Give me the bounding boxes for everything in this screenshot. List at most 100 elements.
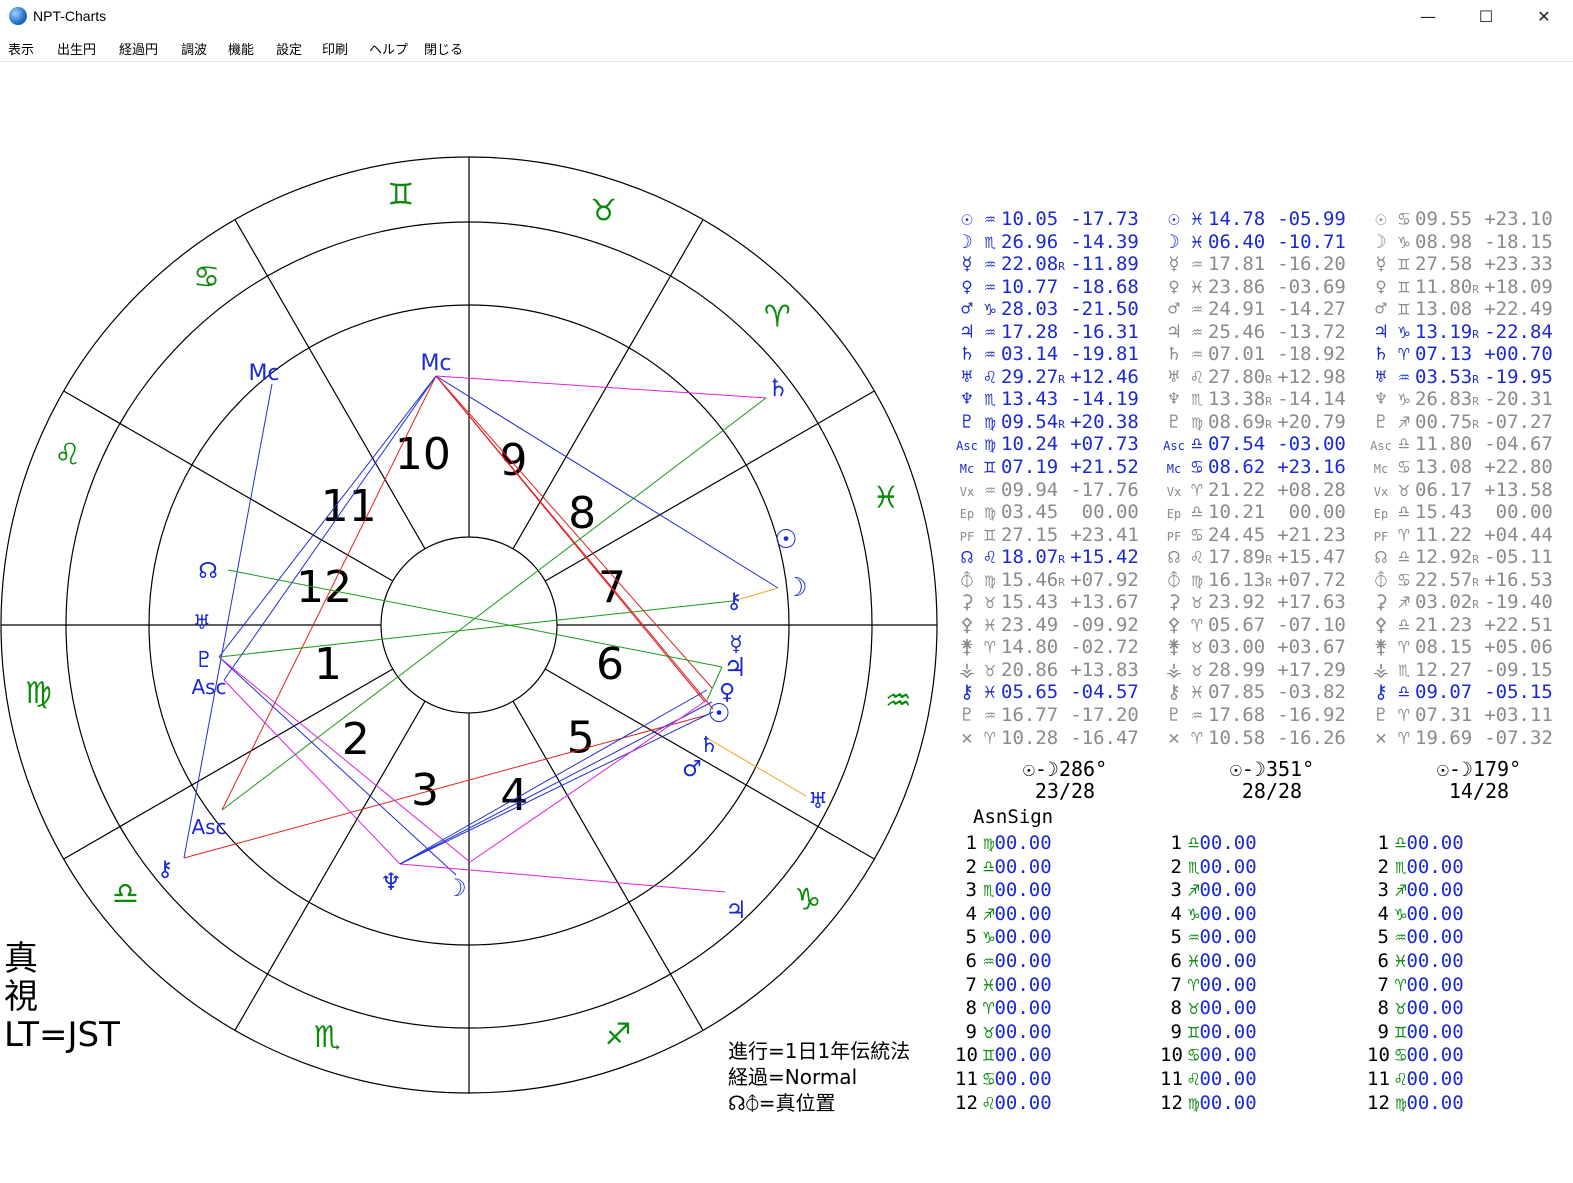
house-index: 8 <box>1377 997 1389 1020</box>
menu-transit-chart[interactable]: 経過円 <box>119 39 158 58</box>
sign-glyph: ♉︎ <box>984 591 996 614</box>
house-sign-row: 3 ♐︎00.00 <box>1367 879 1464 903</box>
declination-value: +17.63 <box>1277 591 1346 614</box>
planet-row-mercury: ☿ ♒︎ 17.81 -16.20 <box>1162 253 1346 276</box>
house-cusp-line <box>512 219 704 550</box>
sign-glyph: ♐︎ <box>1398 591 1410 614</box>
longitude-value: 10.21 <box>1208 501 1266 524</box>
planet-marker: ☉ <box>707 699 730 729</box>
zodiac-glyph: ♉︎ <box>590 193 617 228</box>
sign-glyph: ♎︎ <box>1398 433 1410 456</box>
house-sign-row: 1 ♎︎00.00 <box>1367 832 1464 856</box>
planet-glyph: ☿ <box>1375 253 1387 276</box>
house-index: 3 <box>965 879 977 902</box>
menu-functions[interactable]: 機能 <box>228 39 254 58</box>
declination-value: +23.16 <box>1277 456 1346 479</box>
corner-label-apparent: 視 <box>4 977 38 1017</box>
planet-marker: ♄ <box>699 733 719 758</box>
moon-phase: 23/28 <box>1034 779 1096 803</box>
menu-harmonics[interactable]: 調波 <box>181 39 207 58</box>
house-sign-row: 4 ♑︎00.00 <box>1367 903 1464 927</box>
declination-value: -09.92 <box>1070 613 1139 636</box>
menu-display[interactable]: 表示 <box>8 39 34 58</box>
declination-value: -07.27 <box>1484 410 1553 433</box>
planet-row-pluto: ♇ ♒︎ 17.68 -16.92 <box>1162 704 1346 727</box>
sign-glyph: ♏︎ <box>984 230 996 253</box>
menu-print[interactable]: 印刷 <box>322 39 348 58</box>
declination-value: +22.49 <box>1484 298 1553 321</box>
minimize-button[interactable]: — <box>1399 0 1457 34</box>
declination-value: -02.72 <box>1070 636 1139 659</box>
house-sign-row: 12 ♌︎00.00 <box>955 1092 1052 1116</box>
declination-value: +23.41 <box>1070 523 1139 546</box>
zodiac-glyph: ♑︎ <box>794 882 821 917</box>
sign-glyph: ♐︎ <box>1188 879 1200 902</box>
sign-glyph: ♈︎ <box>983 997 995 1020</box>
house-index: 2 <box>1170 855 1182 878</box>
planet-glyph: ☿ <box>961 253 973 276</box>
sign-glyph: ♈︎ <box>984 726 996 749</box>
declination-value: +21.23 <box>1277 523 1346 546</box>
declination-value: -17.20 <box>1070 704 1139 727</box>
planet-glyph: ⚵ <box>1167 636 1181 659</box>
longitude-value: 27.58 <box>1415 253 1473 276</box>
declination-value: +23.33 <box>1484 253 1553 276</box>
sign-glyph: ♈︎ <box>984 636 996 659</box>
menu-natal-chart[interactable]: 出生円 <box>57 39 96 58</box>
planet-row-mercury: ☿ ♒︎ 22.08R -11.89 <box>955 253 1139 276</box>
sign-glyph: ♏︎ <box>984 388 996 411</box>
declination-value: +15.47 <box>1277 546 1346 569</box>
planet-glyph: PF <box>959 529 975 544</box>
house-number: 12 <box>296 562 352 613</box>
longitude-value: 15.46 <box>1001 568 1059 591</box>
sign-glyph: ♍︎ <box>984 410 996 433</box>
house-degree: 00.00 <box>994 832 1052 854</box>
house-degree: 00.00 <box>994 1044 1052 1067</box>
planet-glyph: ⚳ <box>1167 591 1181 614</box>
asn-sign-title: AsnSign <box>973 806 1054 828</box>
planet-row-vertex: Vx ♒︎ 09.94 -17.76 <box>955 479 1139 502</box>
planet-row-mars: ♂ ♊︎ 13.08 +22.49 <box>1369 298 1553 321</box>
planet-glyph: ♀ <box>1375 275 1387 298</box>
planet-row-pallas: ⚴ ♎︎ 21.23 +22.51 <box>1369 614 1553 637</box>
planet-marker: ⚷ <box>157 857 173 882</box>
longitude-value: 10.77 <box>1001 275 1059 298</box>
house-sign-row: 10 ♊︎00.00 <box>955 1044 1052 1068</box>
planet-row-vertex: Vx ♉︎ 06.17 +13.58 <box>1369 479 1553 502</box>
planet-row-chiron: ⚷ ♓︎ 07.85 -03.82 <box>1162 681 1346 704</box>
sign-glyph: ♒︎ <box>984 275 996 298</box>
declination-value: -19.81 <box>1070 343 1139 366</box>
house-degree: 00.00 <box>1406 997 1464 1020</box>
planet-marker: Mc <box>420 351 451 376</box>
declination-value: -16.20 <box>1277 253 1346 276</box>
longitude-value: 13.08 <box>1415 456 1473 479</box>
menu-help[interactable]: ヘルプ <box>369 39 408 58</box>
close-button[interactable]: ✕ <box>1515 0 1573 34</box>
planet-row-fortune: PF ♊︎ 27.15 +23.41 <box>955 524 1139 547</box>
sign-glyph: ♉︎ <box>1191 658 1203 681</box>
planet-glyph: ♀ <box>1168 275 1180 298</box>
planet-glyph: Ep <box>1166 507 1182 522</box>
house-sign-row: 6 ♒︎00.00 <box>955 950 1052 974</box>
house-degree: 00.00 <box>1199 926 1257 949</box>
note-transit: 経過=Normal <box>728 1065 858 1089</box>
longitude-value: 21.22 <box>1208 478 1266 501</box>
sign-glyph: ♉︎ <box>1188 997 1200 1020</box>
planet-row-fortune: PF ♈︎ 11.22 +04.44 <box>1369 524 1553 547</box>
menu-settings[interactable]: 設定 <box>276 39 302 58</box>
longitude-value: 12.27 <box>1415 658 1473 681</box>
declination-value: -10.71 <box>1277 230 1346 253</box>
house-index: 12 <box>1367 1091 1390 1114</box>
menu-close[interactable]: 閉じる <box>424 39 463 58</box>
maximize-button[interactable]: ☐ <box>1457 0 1515 34</box>
planet-glyph: ♅ <box>961 365 973 388</box>
planet-glyph: ♇ <box>1375 704 1387 727</box>
planet-marker: Asc <box>191 815 226 839</box>
house-degree: 00.00 <box>1199 949 1257 972</box>
planet-row-moon: ☽ ♑︎ 08.98 -18.15 <box>1369 231 1553 254</box>
declination-value: +20.38 <box>1070 410 1139 433</box>
house-index: 2 <box>1377 855 1389 878</box>
planet-glyph: ⚷ <box>960 681 974 704</box>
declination-value: -04.67 <box>1484 433 1553 456</box>
longitude-value: 00.75 <box>1415 410 1473 433</box>
